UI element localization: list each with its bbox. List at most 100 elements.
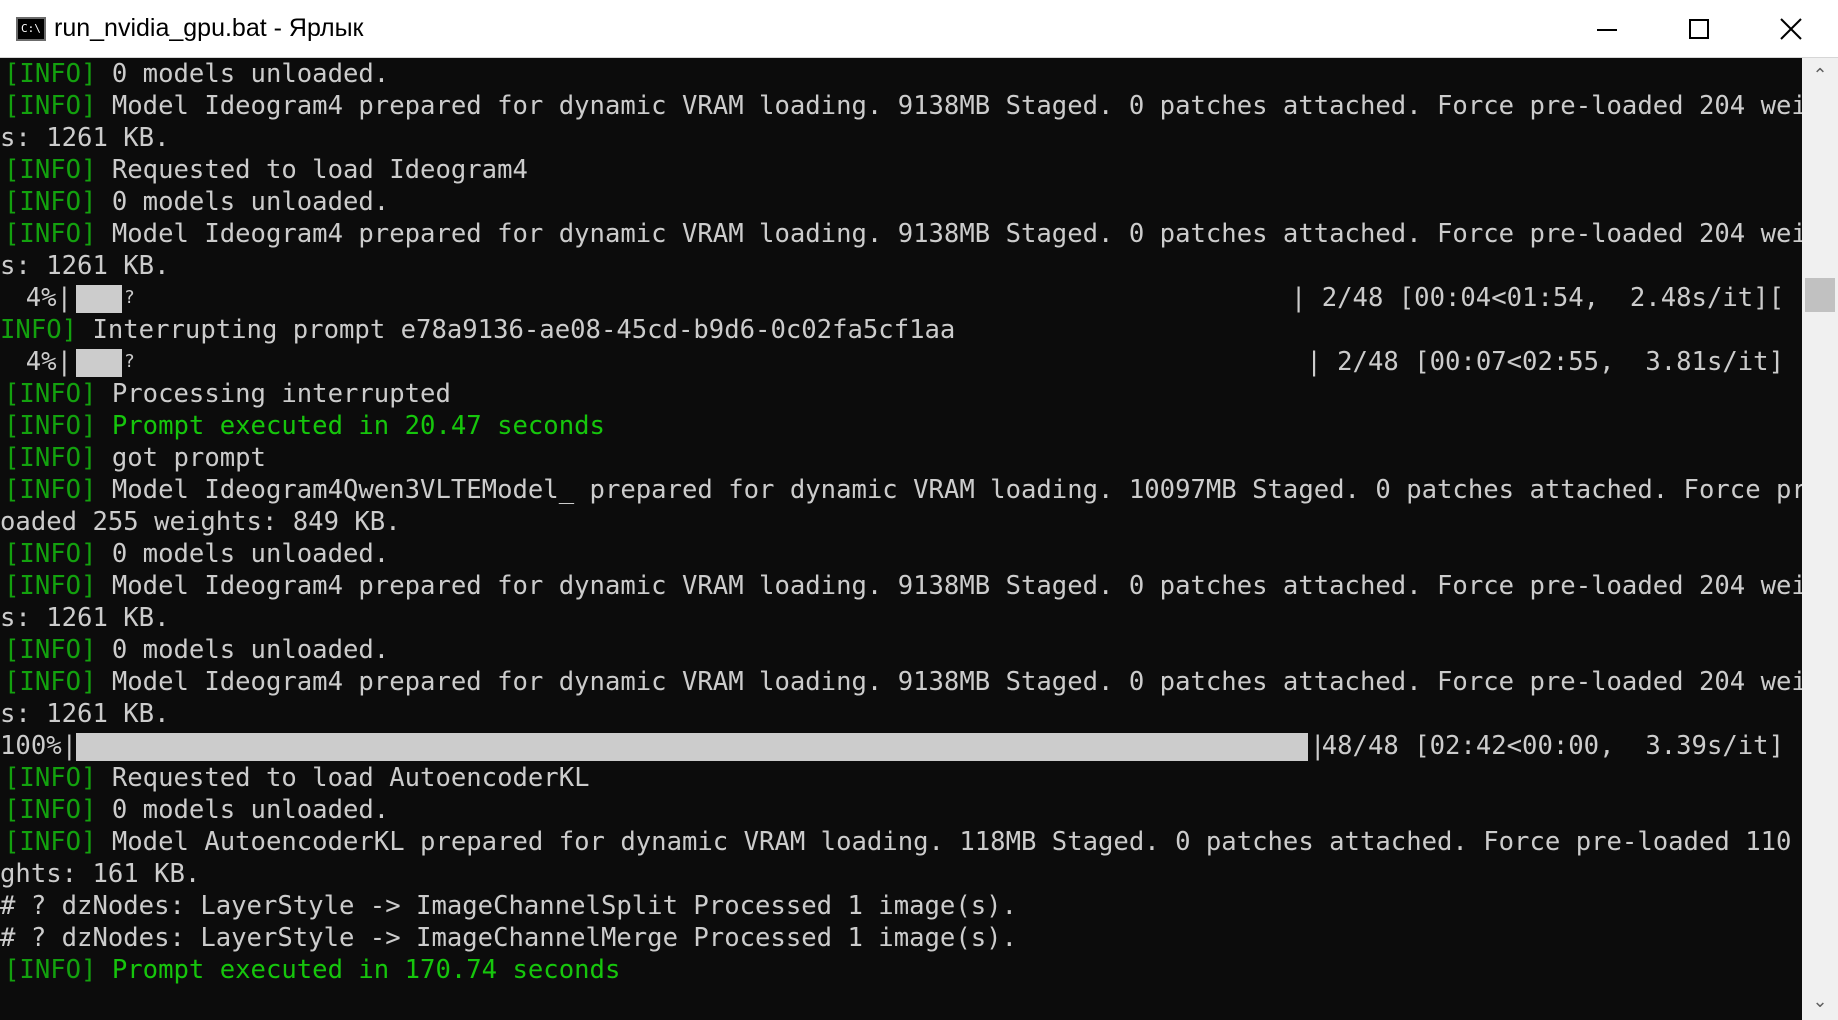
- close-icon: [1780, 18, 1802, 40]
- console-line: [INFO] Model Ideogram4Qwen3VLTEModel_ pr…: [4, 474, 1802, 506]
- console-window: C:\ run_nvidia_gpu.bat - Ярлык [INFO] 0 …: [0, 0, 1838, 1020]
- log-level-tag: [INFO]: [4, 539, 97, 569]
- log-level-tag: [INFO]: [4, 91, 97, 121]
- console-line: [INFO] Requested to load Ideogram4: [4, 154, 528, 186]
- log-message: 0 models unloaded.: [96, 635, 390, 665]
- log-level-tag: [INFO]: [4, 827, 97, 857]
- progress-stats: | 2/48 [00:04<01:54, 2.48s/it][: [1290, 283, 1784, 313]
- console-line: [INFO] 0 models unloaded.: [4, 186, 389, 218]
- console-line: [INFO] 0 models unloaded.: [4, 634, 389, 666]
- log-level-tag: [INFO]: [4, 763, 97, 793]
- log-message: Model Ideogram4Qwen3VLTEModel_ prepared …: [96, 475, 1802, 505]
- log-level-tag: [INFO]: [4, 411, 97, 441]
- console-line: [INFO] Requested to load AutoencoderKL: [4, 762, 590, 794]
- console-line: # ? dzNodes: LayerStyle -> ImageChannelS…: [0, 890, 1017, 922]
- console-line: [INFO] Model Ideogram4 prepared for dyna…: [4, 666, 1802, 698]
- window-title: run_nvidia_gpu.bat - Ярлык: [54, 14, 364, 42]
- progress-track: ?: [76, 285, 1308, 313]
- progress-track: [76, 733, 1308, 761]
- log-level-tag: [INFO]: [4, 379, 97, 409]
- log-level-tag: [INFO]: [4, 59, 97, 89]
- log-level-tag: [INFO]: [4, 571, 97, 601]
- log-level-tag: [INFO]: [4, 219, 97, 249]
- console-line: s: 1261 KB.: [0, 602, 170, 634]
- log-message: Prompt executed in 170.74 seconds: [96, 955, 621, 985]
- log-message: Model AutoencoderKL prepared for dynamic…: [96, 827, 1802, 857]
- log-message: # ? dzNodes: LayerStyle -> ImageChannelM…: [0, 923, 1017, 953]
- log-message: 0 models unloaded.: [96, 795, 390, 825]
- log-message: s: 1261 KB.: [0, 699, 170, 729]
- log-message: s: 1261 KB.: [0, 123, 170, 153]
- vertical-scrollbar[interactable]: ⌃ ⌄: [1802, 58, 1838, 1020]
- log-level-tag: INFO]: [0, 315, 78, 345]
- log-message: Model Ideogram4 prepared for dynamic VRA…: [96, 219, 1802, 249]
- minimize-button[interactable]: [1561, 0, 1653, 58]
- progress-fill: [76, 349, 122, 377]
- log-level-tag: [INFO]: [4, 795, 97, 825]
- log-message: Model Ideogram4 prepared for dynamic VRA…: [96, 91, 1802, 121]
- log-level-tag: [INFO]: [4, 635, 97, 665]
- log-message: 0 models unloaded.: [96, 187, 390, 217]
- console-line: ghts: 161 KB.: [0, 858, 200, 890]
- progress-stats: | 2/48 [00:07<02:55, 3.81s/it]: [1306, 347, 1784, 377]
- progress-percent: 4%|: [25, 283, 72, 313]
- log-level-tag: [INFO]: [4, 155, 97, 185]
- log-message: 0 models unloaded.: [96, 539, 390, 569]
- log-message: Prompt executed in 20.47 seconds: [96, 411, 605, 441]
- log-message: Processing interrupted: [96, 379, 451, 409]
- scroll-up-arrow-icon[interactable]: ⌃: [1802, 58, 1838, 94]
- console-line: INFO] Interrupting prompt e78a9136-ae08-…: [0, 314, 955, 346]
- maximize-button[interactable]: [1653, 0, 1745, 58]
- log-message: s: 1261 KB.: [0, 251, 170, 281]
- console-line: [INFO] 0 models unloaded.: [4, 58, 389, 90]
- console-icon: C:\: [16, 17, 46, 41]
- log-message: Interrupting prompt e78a9136-ae08-45cd-b…: [77, 315, 956, 345]
- console-line: s: 1261 KB.: [0, 122, 170, 154]
- log-level-tag: [INFO]: [4, 955, 97, 985]
- progress-stats: 48/48 [02:42<00:00, 3.39s/it]: [1306, 731, 1784, 761]
- console-line: [INFO] 0 models unloaded.: [4, 538, 389, 570]
- scroll-thumb[interactable]: [1805, 278, 1835, 312]
- console-line: s: 1261 KB.: [0, 698, 170, 730]
- progress-bar-row: 4%|? | 2/48 [00:07<02:55, 3.81s/it]: [0, 346, 1802, 378]
- log-message: Requested to load Ideogram4: [96, 155, 528, 185]
- log-message: oaded 255 weights: 849 KB.: [0, 507, 401, 537]
- console-output[interactable]: [INFO] 0 models unloaded. [INFO] Model Id…: [0, 58, 1802, 1020]
- console-line: [INFO] Model AutoencoderKL prepared for …: [4, 826, 1802, 858]
- log-message: Requested to load AutoencoderKL: [96, 763, 590, 793]
- log-level-tag: [INFO]: [4, 475, 97, 505]
- console-line: [INFO] Model Ideogram4 prepared for dyna…: [4, 570, 1802, 602]
- log-message: ghts: 161 KB.: [0, 859, 201, 889]
- console-line: [INFO] Processing interrupted: [4, 378, 451, 410]
- log-message: 0 models unloaded.: [96, 59, 390, 89]
- console-line: [INFO] Prompt executed in 170.74 seconds: [4, 954, 620, 986]
- log-message: # ? dzNodes: LayerStyle -> ImageChannelS…: [0, 891, 1017, 921]
- progress-track: ?: [76, 349, 1308, 377]
- title-bar[interactable]: C:\ run_nvidia_gpu.bat - Ярлык: [0, 0, 1838, 58]
- progress-percent: 100%|: [0, 731, 78, 761]
- progress-bar-row: 100%| | 48/48 [02:42<00:00, 3.39s/it]: [0, 730, 1802, 762]
- scroll-down-arrow-icon[interactable]: ⌄: [1802, 984, 1838, 1020]
- progress-percent: 4%|: [25, 347, 72, 377]
- console-line: [INFO] Prompt executed in 20.47 seconds: [4, 410, 605, 442]
- log-message: Model Ideogram4 prepared for dynamic VRA…: [96, 667, 1802, 697]
- log-level-tag: [INFO]: [4, 667, 97, 697]
- console-line: s: 1261 KB.: [0, 250, 170, 282]
- console-line: [INFO] 0 models unloaded.: [4, 794, 389, 826]
- progress-tail-glyph: ?: [124, 287, 135, 308]
- console-line: [INFO] Model Ideogram4 prepared for dyna…: [4, 90, 1802, 122]
- log-level-tag: [INFO]: [4, 187, 97, 217]
- progress-fill: [76, 285, 122, 313]
- close-button[interactable]: [1745, 0, 1837, 58]
- console-line: [INFO] Model Ideogram4 prepared for dyna…: [4, 218, 1802, 250]
- log-message: s: 1261 KB.: [0, 603, 170, 633]
- progress-tail-glyph: ?: [124, 351, 135, 372]
- console-line: [INFO] got prompt: [4, 442, 266, 474]
- log-message: got prompt: [96, 443, 266, 473]
- console-line: # ? dzNodes: LayerStyle -> ImageChannelM…: [0, 922, 1017, 954]
- progress-bar-row: 4%|? | 2/48 [00:04<01:54, 2.48s/it][: [0, 282, 1802, 314]
- progress-fill: [76, 733, 1308, 761]
- console-line: oaded 255 weights: 849 KB.: [0, 506, 401, 538]
- log-level-tag: [INFO]: [4, 443, 97, 473]
- log-message: Model Ideogram4 prepared for dynamic VRA…: [96, 571, 1802, 601]
